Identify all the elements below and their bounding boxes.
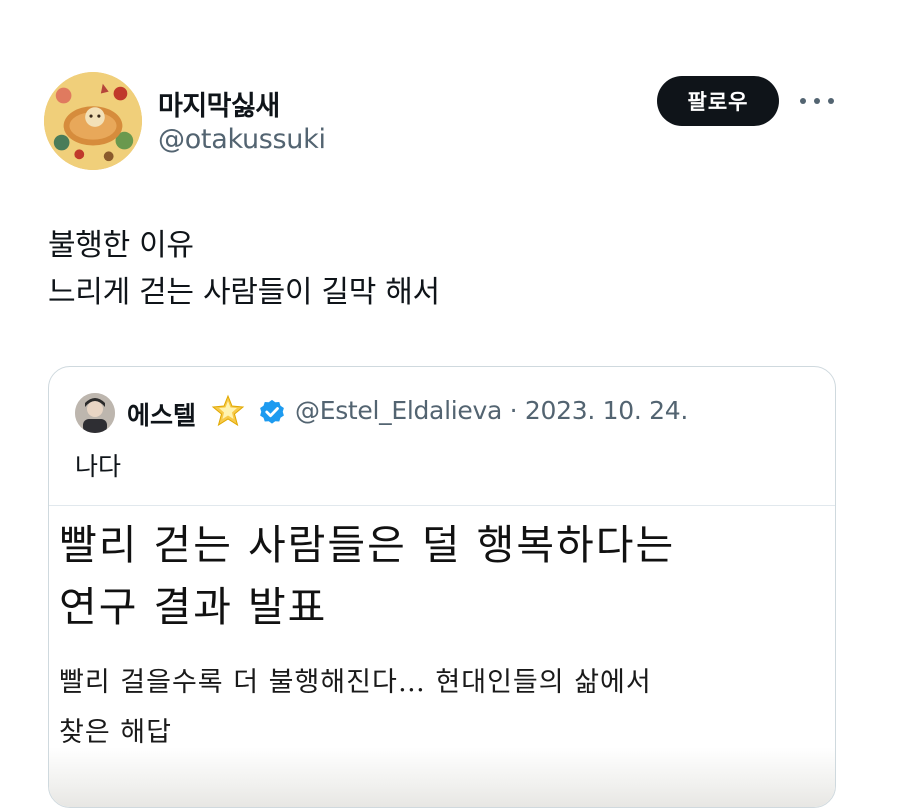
quoted-author-name[interactable]: 에스텔 xyxy=(127,396,196,432)
article-headline-line: 연구 결과 발표 xyxy=(59,583,328,631)
author-avatar[interactable] xyxy=(44,72,142,170)
article-subheadline: 빨리 걸을수록 더 불행해진다… 현대인들의 삶에서 찾은 해답 xyxy=(59,658,652,758)
quoted-tweet-image[interactable]: 빨리 걷는 사람들은 덜 행복하다는 연구 결과 발표 빨리 걸을수록 더 불행… xyxy=(49,505,835,807)
article-headline-line: 빨리 걷는 사람들은 덜 행복하다는 xyxy=(59,521,676,569)
taiyaki-avatar-icon xyxy=(44,72,142,170)
follow-button[interactable]: 팔로우 xyxy=(657,76,779,126)
glowing-star-icon xyxy=(211,394,245,427)
quoted-handle-date[interactable]: @Estel_Eldalieva · 2023. 10. 24. xyxy=(295,396,688,425)
article-subheadline-line: 빨리 걸을수록 더 불행해진다… 현대인들의 삶에서 xyxy=(59,667,652,698)
quoted-tweet-text: 나다 xyxy=(75,452,122,481)
tweet-card: 마지막싫새 @otakussuki 팔로우 불행한 이유 느리게 걷는 사람들이… xyxy=(0,0,900,808)
author-display-name[interactable]: 마지막싫새 xyxy=(158,84,280,123)
article-headline: 빨리 걷는 사람들은 덜 행복하다는 연구 결과 발표 xyxy=(59,514,675,638)
quoted-tweet[interactable]: 에스텔 @Estel_Eldalieva · 2023. 10. 24. 나다 … xyxy=(48,366,836,808)
tweet-text-line: 불행한 이유 xyxy=(48,228,194,263)
more-options-icon[interactable] xyxy=(800,88,834,114)
tweet-text: 불행한 이유 느리게 걷는 사람들이 길막 해서 xyxy=(48,222,440,316)
quoted-author-avatar[interactable] xyxy=(75,393,115,433)
author-handle[interactable]: @otakussuki xyxy=(158,124,326,155)
verified-badge-icon xyxy=(260,399,284,424)
tweet-text-line: 느리게 걷는 사람들이 길막 해서 xyxy=(48,275,440,310)
article-subheadline-line: 찾은 해답 xyxy=(59,717,172,748)
